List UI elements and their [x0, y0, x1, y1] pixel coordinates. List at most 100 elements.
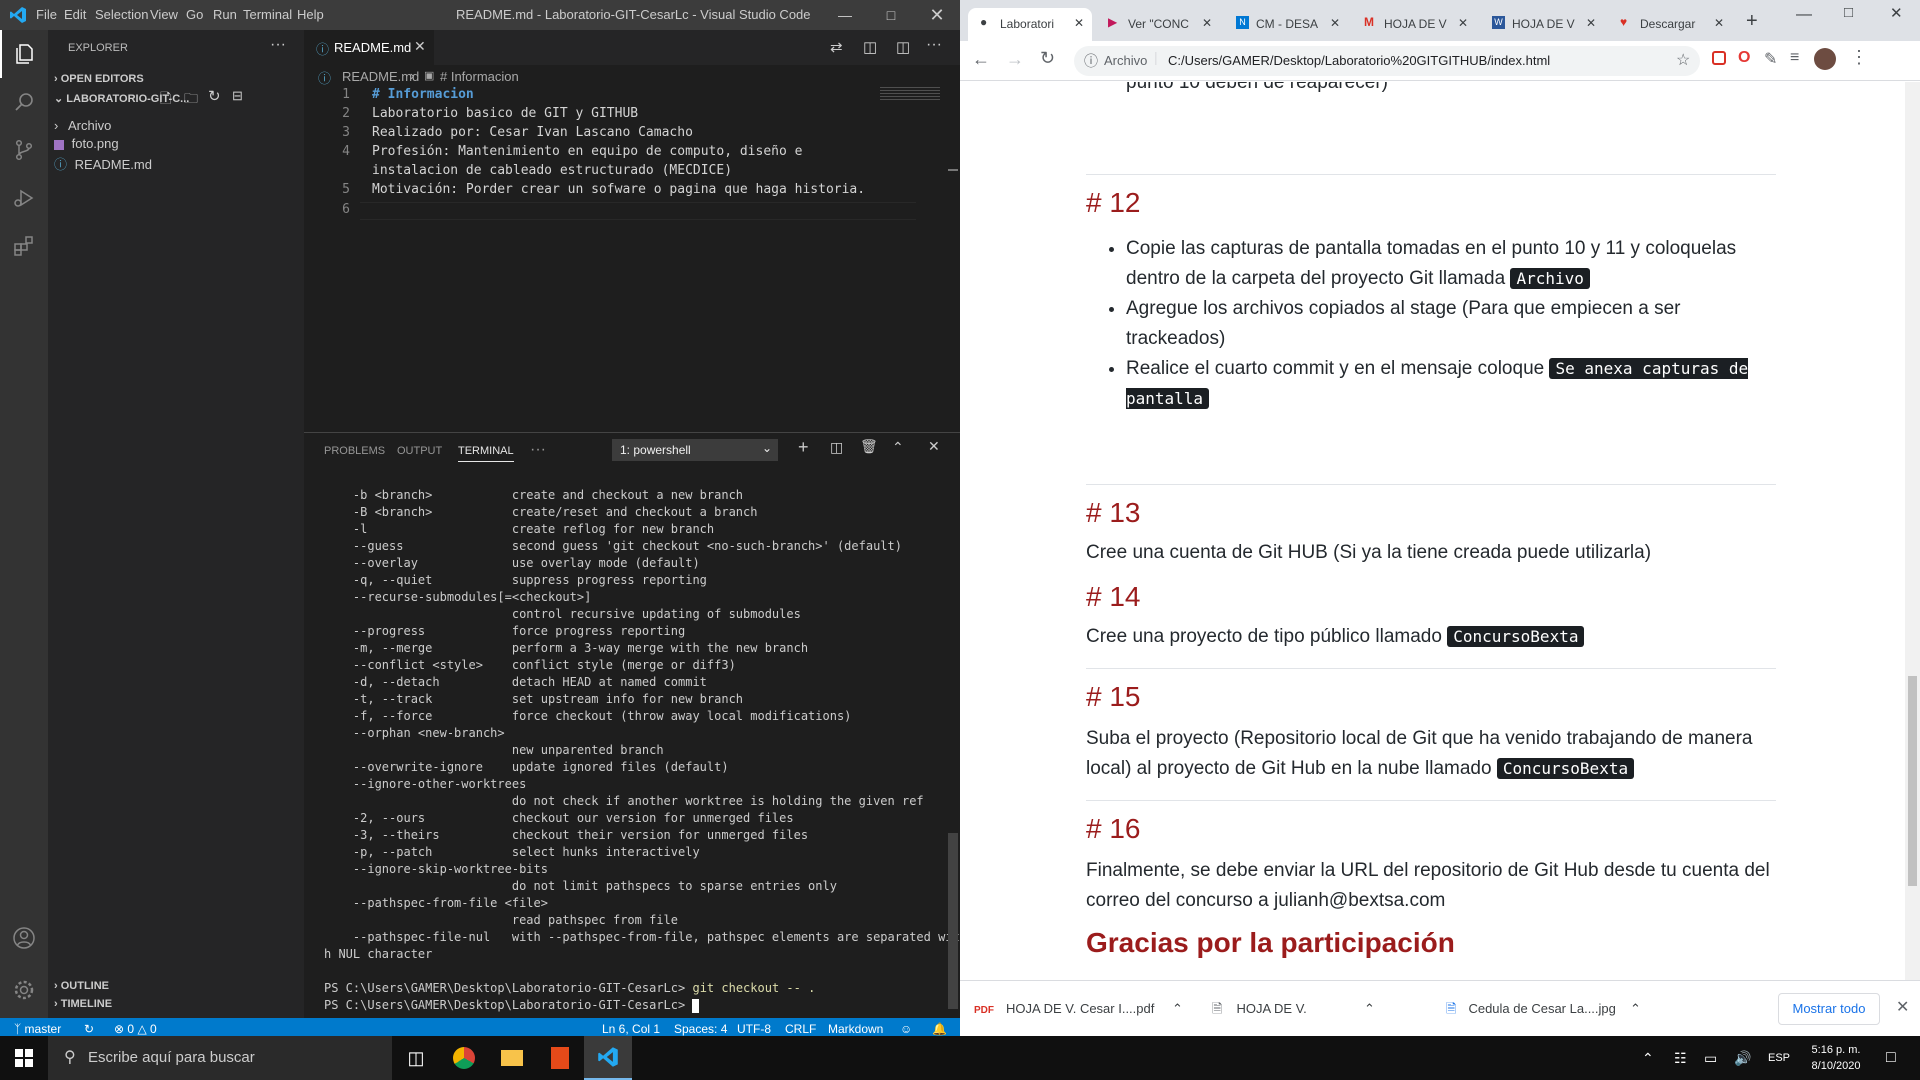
new-file-icon[interactable]: 🗋 [160, 88, 171, 112]
chrome-tab[interactable]: M HOJA DE V ✕ [1352, 8, 1476, 41]
refresh-icon[interactable]: ↻ [208, 87, 221, 105]
terminal-select[interactable]: 1: powershell ⌄ [612, 439, 778, 461]
tree-item-readme[interactable]: ⓘ README.md [54, 154, 304, 174]
scroll-thumb[interactable] [1908, 676, 1917, 886]
chevron-up-icon[interactable]: ⌃ [892, 439, 904, 456]
notification-center-icon[interactable]: □ [1886, 1036, 1896, 1080]
chrome-tab[interactable]: N CM - DESA ✕ [1224, 8, 1348, 41]
outline-section[interactable]: › OUTLINE [54, 980, 109, 992]
close-tab-icon[interactable]: ✕ [1074, 16, 1084, 30]
add-terminal-icon[interactable]: + [798, 437, 809, 458]
close-panel-icon[interactable]: ✕ [928, 438, 940, 455]
minimize-button[interactable]: — [1796, 6, 1812, 24]
taskbar-search[interactable]: ⚲ Escribe aquí para buscar [48, 1036, 392, 1080]
close-tab-icon[interactable]: ✕ [1330, 16, 1340, 30]
reload-icon[interactable]: ↻ [1040, 48, 1055, 69]
breadcrumb-file[interactable]: README.md [342, 69, 419, 84]
tab-readme[interactable]: ⓘ README.md ✕ [304, 30, 434, 65]
chrome-tab[interactable]: ▶ Ver "CONC ✕ [1096, 8, 1220, 41]
close-tab-icon[interactable]: ✕ [1586, 16, 1596, 30]
menu-run[interactable]: Run [213, 0, 237, 30]
maximize-button[interactable]: □ [1844, 4, 1853, 21]
open-changes-icon[interactable]: ⇄ [830, 38, 843, 56]
close-tab-icon[interactable]: ✕ [414, 38, 426, 55]
download-item[interactable]: PDF HOJA DE V. Cesar I....pdf ⌃ [974, 981, 1194, 1037]
breadcrumb-symbol[interactable]: # Informacion [440, 69, 519, 84]
chrome-taskbar-icon[interactable] [440, 1036, 488, 1080]
timeline-section[interactable]: › TIMELINE [54, 998, 112, 1010]
tree-item-archivo[interactable]: › Archivo [54, 118, 304, 138]
open-editors-section[interactable]: › OPEN EDITORS [54, 73, 144, 85]
star-icon[interactable]: ☆ [1676, 50, 1690, 70]
tab-terminal[interactable]: TERMINAL [458, 445, 514, 462]
start-button[interactable] [0, 1036, 48, 1080]
code-editor[interactable]: 1 # Informacion 2 Laboratorio basico de … [304, 87, 960, 432]
terminal-scrollbar[interactable] [948, 833, 958, 1009]
chrome-tab-active[interactable]: ● Laboratori ✕ [968, 8, 1092, 41]
collapse-all-icon[interactable]: ⊟ [232, 88, 243, 104]
menu-dots-icon[interactable]: ⋮ [1850, 47, 1868, 68]
split-terminal-icon[interactable]: ◫ [830, 439, 843, 456]
address-bar[interactable]: ⓘ Archivo | C:/Users/GAMER/Desktop/Labor… [1074, 46, 1700, 76]
source-control-activity[interactable] [0, 126, 48, 174]
close-tab-icon[interactable]: ✕ [1202, 16, 1212, 30]
avatar[interactable] [1814, 48, 1836, 70]
file-explorer-icon[interactable] [488, 1036, 536, 1080]
opera-icon[interactable]: O [1738, 49, 1750, 67]
close-button[interactable]: ✕ [914, 0, 960, 30]
menu-selection[interactable]: Selection [95, 0, 148, 30]
explorer-activity[interactable] [0, 30, 48, 78]
chevron-up-icon[interactable]: ⌃ [1642, 1036, 1654, 1080]
menu-file[interactable]: File [36, 0, 57, 30]
open-preview-icon[interactable]: ◫ [863, 38, 877, 56]
menu-go[interactable]: Go [186, 0, 203, 30]
vscode-taskbar-icon[interactable] [584, 1036, 632, 1080]
trash-icon[interactable]: 🗑 [860, 438, 878, 455]
show-all-button[interactable]: Mostrar todo [1778, 993, 1880, 1025]
page-scrollbar[interactable] [1905, 82, 1920, 980]
chevron-up-icon[interactable]: ⌃ [1172, 981, 1183, 1037]
web-page[interactable]: punto 10 deben de reaparecer) # 12 Copie… [960, 82, 1905, 980]
more-actions-icon[interactable]: ··· [926, 36, 942, 54]
chrome-tab[interactable]: ♥ Descargar ✕ [1608, 8, 1732, 41]
close-downloads-icon[interactable]: ✕ [1896, 997, 1909, 1017]
run-activity[interactable] [0, 174, 48, 222]
accounts-activity[interactable] [0, 914, 48, 962]
clock[interactable]: 5:16 p. m. 8/10/2020 [1800, 1042, 1872, 1074]
close-button[interactable]: ✕ [1890, 4, 1903, 22]
forward-arrow-icon[interactable]: → [1006, 49, 1024, 70]
office-icon[interactable] [536, 1036, 584, 1080]
more-panel-tabs[interactable]: ··· [530, 441, 546, 459]
menu-view[interactable]: View [150, 0, 178, 30]
download-item[interactable]: 🗎 Cedula de Cesar La....jpg ⌃ [1446, 981, 1646, 1037]
chevron-up-icon[interactable]: ⌃ [1630, 981, 1641, 1037]
search-activity[interactable] [0, 78, 48, 126]
language-indicator[interactable]: ESP [1768, 1036, 1790, 1080]
tab-output[interactable]: OUTPUT [397, 445, 442, 457]
puzzle-icon[interactable]: ✎ [1764, 49, 1777, 69]
split-editor-icon[interactable]: ◫ [896, 38, 910, 56]
extension-red-icon[interactable] [1712, 51, 1726, 65]
manage-activity[interactable] [0, 966, 48, 1014]
new-tab-button[interactable]: + [1746, 10, 1758, 33]
menu-help[interactable]: Help [297, 0, 324, 30]
more-actions-icon[interactable]: ··· [270, 36, 286, 54]
volume-icon[interactable]: 🔊 [1734, 1036, 1751, 1080]
playlist-icon[interactable]: ≡ [1790, 49, 1799, 67]
minimap[interactable] [880, 87, 940, 101]
download-item[interactable]: 🗎 HOJA DE V. ⌃ [1212, 981, 1375, 1037]
chrome-tab[interactable]: W HOJA DE V ✕ [1480, 8, 1604, 41]
maximize-button[interactable]: □ [868, 0, 914, 30]
menu-edit[interactable]: Edit [64, 0, 86, 30]
chevron-up-icon[interactable]: ⌃ [1364, 981, 1375, 1037]
minimize-button[interactable]: — [822, 0, 868, 30]
tab-problems[interactable]: PROBLEMS [324, 445, 385, 457]
new-folder-icon[interactable]: 🗀 [184, 88, 198, 112]
terminal-output[interactable]: -b <branch> create and checkout a new br… [324, 487, 960, 1014]
extensions-activity[interactable] [0, 222, 48, 270]
menu-terminal[interactable]: Terminal [243, 0, 292, 30]
network-icon[interactable]: ☷ [1674, 1036, 1687, 1080]
task-view-icon[interactable]: ◫ [392, 1036, 440, 1080]
tree-item-foto[interactable]: foto.png [54, 136, 304, 156]
battery-icon[interactable]: ▭ [1704, 1036, 1717, 1080]
